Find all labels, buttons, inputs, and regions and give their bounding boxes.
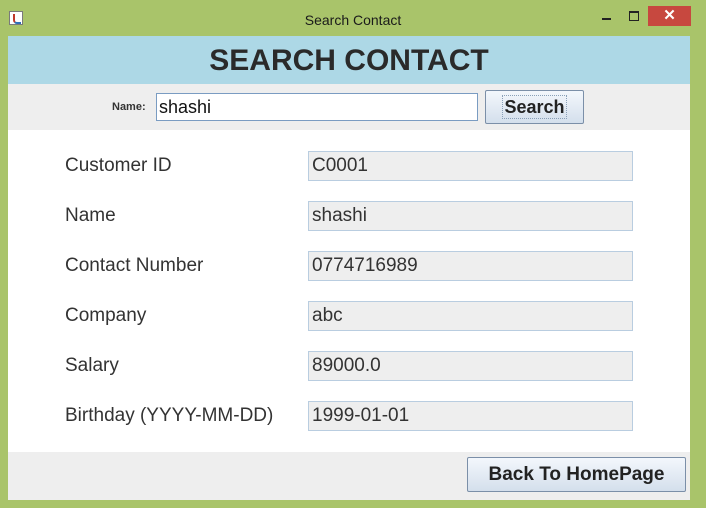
contact-number-label: Contact Number bbox=[65, 255, 204, 276]
search-button[interactable]: Search bbox=[485, 90, 584, 124]
birthday-label: Birthday (YYYY-MM-DD) bbox=[65, 405, 274, 426]
search-input[interactable] bbox=[156, 93, 478, 121]
field-row-birthday: Birthday (YYYY-MM-DD) bbox=[8, 401, 690, 431]
search-button-label: Search bbox=[502, 95, 567, 119]
field-row-customer-id: Customer ID bbox=[8, 151, 690, 181]
back-to-homepage-button[interactable]: Back To HomePage bbox=[467, 457, 686, 492]
customer-id-label: Customer ID bbox=[65, 155, 172, 176]
title-bar[interactable]: Search Contact ✕ bbox=[0, 0, 706, 36]
company-label: Company bbox=[65, 305, 147, 326]
company-field[interactable] bbox=[308, 301, 633, 331]
maximize-icon[interactable] bbox=[623, 6, 645, 26]
contact-number-field[interactable] bbox=[308, 251, 633, 281]
customer-id-field[interactable] bbox=[308, 151, 633, 181]
search-label: Name: bbox=[112, 101, 146, 113]
birthday-field[interactable] bbox=[308, 401, 633, 431]
header-panel: SEARCH CONTACT bbox=[8, 36, 690, 84]
footer-panel: Back To HomePage bbox=[8, 452, 690, 500]
search-panel: Name: Search bbox=[8, 84, 690, 130]
app-window: Search Contact ✕ SEARCH CONTACT Name: Se… bbox=[0, 0, 706, 508]
salary-label: Salary bbox=[65, 355, 119, 376]
field-row-name: Name bbox=[8, 201, 690, 231]
field-row-contact-number: Contact Number bbox=[8, 251, 690, 281]
salary-field[interactable] bbox=[308, 351, 633, 381]
content-pane: SEARCH CONTACT Name: Search Customer ID … bbox=[8, 36, 690, 500]
close-icon[interactable]: ✕ bbox=[648, 6, 691, 26]
minimize-icon[interactable] bbox=[596, 6, 618, 26]
field-row-company: Company bbox=[8, 301, 690, 331]
name-label: Name bbox=[65, 205, 116, 226]
contact-details-form: Customer ID Name Contact Number Company … bbox=[8, 130, 690, 452]
name-field[interactable] bbox=[308, 201, 633, 231]
page-title: SEARCH CONTACT bbox=[209, 44, 489, 77]
field-row-salary: Salary bbox=[8, 351, 690, 381]
